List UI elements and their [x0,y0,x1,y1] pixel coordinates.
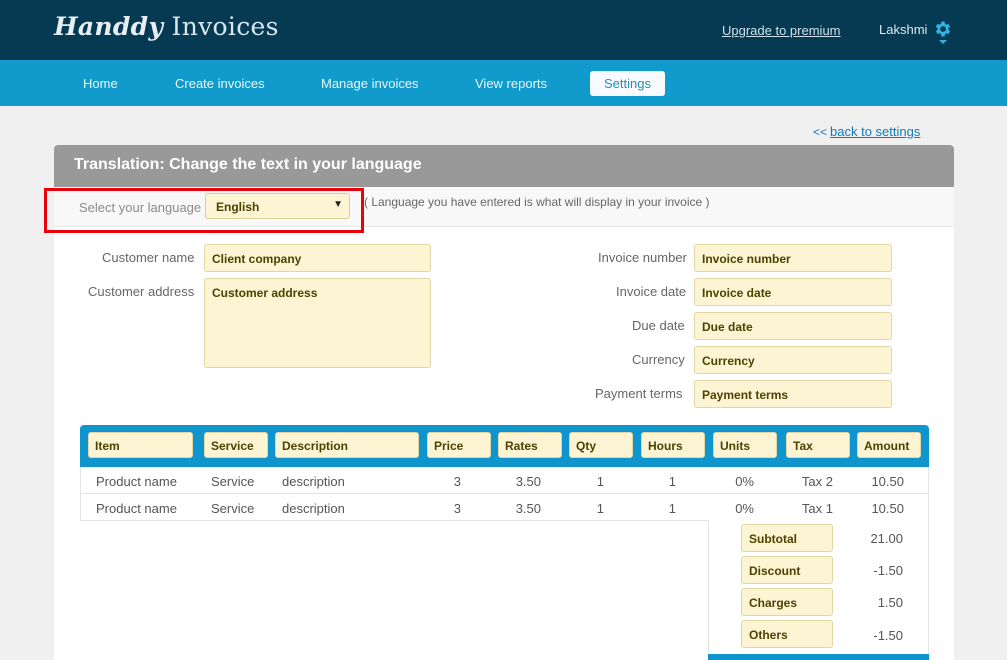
customer-address-field[interactable]: Customer address [204,278,431,368]
row-service: Service [211,501,255,516]
logo-plain-text: Invoices [163,12,279,41]
app-header: Handdy Invoices Upgrade to premium Laksh… [0,0,1007,60]
back-to-settings-link[interactable]: << back to settings [813,124,920,139]
subtotal-label-field[interactable]: Subtotal [741,524,833,552]
header-service-field[interactable]: Service [204,432,268,458]
due-date-label: Due date [632,318,685,333]
payment-terms-label: Payment terms [595,386,683,401]
others-label-field[interactable]: Others [741,620,833,648]
logo[interactable]: Handdy Invoices [54,12,279,41]
row-service: Service [211,474,255,489]
panel-title: Translation: Change the text in your lan… [74,156,422,173]
row-units: 0% [735,501,754,516]
header-amount-field[interactable]: Amount [857,432,921,458]
language-note: ( Language you have entered is what will… [364,195,710,209]
subtotal-value: 21.00 [870,531,903,546]
row-amount: 10.50 [871,501,904,516]
row-tax: Tax 1 [801,501,833,516]
customer-address-label: Customer address [88,284,195,299]
nav-view-reports[interactable]: View reports [461,71,561,96]
main-nav: Home Create invoices Manage invoices Vie… [0,60,1007,106]
currency-label: Currency [632,352,685,367]
header-rates-field[interactable]: Rates [498,432,562,458]
others-value: -1.50 [873,628,903,643]
row-qty: 1 [596,501,604,516]
row-rates: 3.50 [515,501,541,516]
charges-value: 1.50 [877,595,903,610]
payment-terms-field[interactable]: Payment terms [694,380,892,408]
header-description-field[interactable]: Description [275,432,419,458]
back-link-label: back to settings [830,124,921,139]
nav-settings[interactable]: Settings [590,71,665,96]
row-description: description [282,501,345,516]
row-units: 0% [735,474,754,489]
username[interactable]: Lakshmi [879,22,927,37]
chevron-down-icon[interactable] [939,40,947,44]
row-price: 3 [453,501,461,516]
customer-name-label: Customer name [102,250,195,265]
logo-script-text: Handdy [54,12,164,41]
header-price-field[interactable]: Price [427,432,491,458]
row-rates: 3.50 [515,474,541,489]
panel-header: Translation: Change the text in your lan… [54,145,954,187]
row-hours: 1 [668,474,676,489]
upgrade-link[interactable]: Upgrade to premium [722,23,841,38]
language-highlight-box [44,188,364,233]
nav-home[interactable]: Home [69,71,132,96]
header-qty-field[interactable]: Qty [569,432,633,458]
row-tax: Tax 2 [801,474,833,489]
header-hours-field[interactable]: Hours [641,432,705,458]
row-price: 3 [453,474,461,489]
invoice-date-label: Invoice date [616,284,687,299]
discount-value: -1.50 [873,563,903,578]
totals-footer-bar [708,654,929,660]
row-item: Product name [96,474,177,489]
header-tax-field[interactable]: Tax [786,432,850,458]
nav-manage-invoices[interactable]: Manage invoices [307,71,433,96]
invoice-number-field[interactable]: Invoice number [694,244,892,272]
row-description: description [282,474,345,489]
customer-name-field[interactable]: Client company [204,244,431,272]
header-units-field[interactable]: Units [713,432,777,458]
row-item: Product name [96,501,177,516]
row-amount: 10.50 [871,474,904,489]
row-qty: 1 [596,474,604,489]
discount-label-field[interactable]: Discount [741,556,833,584]
row-hours: 1 [668,501,676,516]
due-date-field[interactable]: Due date [694,312,892,340]
invoice-date-field[interactable]: Invoice date [694,278,892,306]
header-item-field[interactable]: Item [88,432,193,458]
invoice-number-label: Invoice number [598,250,687,265]
double-chevron-left-icon: << [813,125,828,139]
gear-icon[interactable] [933,19,953,39]
nav-create-invoices[interactable]: Create invoices [161,71,279,96]
currency-field[interactable]: Currency [694,346,892,374]
charges-label-field[interactable]: Charges [741,588,833,616]
